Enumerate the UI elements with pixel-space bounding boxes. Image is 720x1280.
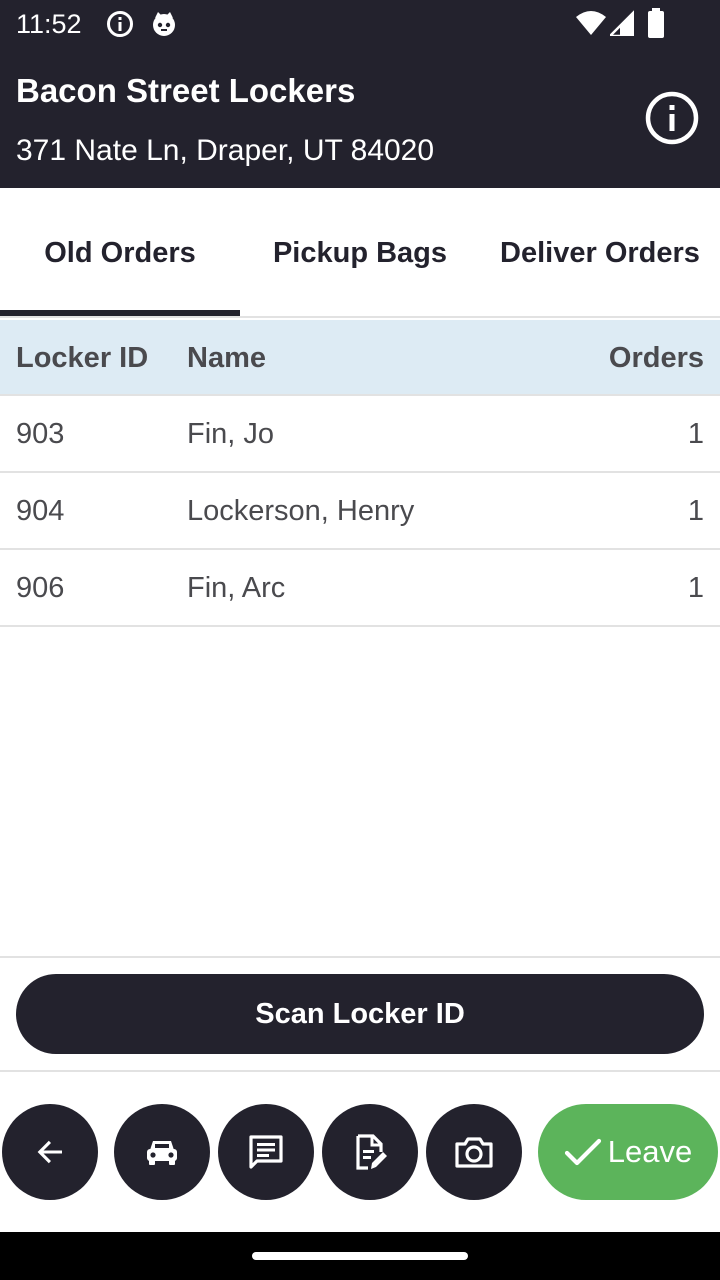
camera-icon	[455, 1137, 493, 1168]
info-icon[interactable]	[644, 90, 700, 146]
column-header-orders: Orders	[608, 342, 704, 374]
table-row[interactable]: 906 Fin, Arc 1	[0, 550, 720, 627]
status-bar: 11:52	[0, 0, 720, 48]
battery-icon	[648, 8, 664, 38]
screen: 11:52 Bacon Street Lockers 371 Nate Ln, …	[0, 0, 720, 1280]
back-arrow-icon	[37, 1140, 62, 1164]
scan-locker-id-button[interactable]: Scan Locker ID	[16, 974, 704, 1054]
back-button[interactable]	[2, 1104, 98, 1200]
cat-status-icon	[153, 12, 175, 36]
edit-note-icon	[356, 1134, 387, 1170]
drive-button[interactable]	[114, 1104, 210, 1200]
action-bar: Leave	[0, 1074, 720, 1232]
info-status-icon	[107, 11, 133, 37]
cell-orders: 1	[687, 418, 704, 450]
table-header: Locker ID Name Orders	[0, 320, 720, 396]
cell-locker-id: 904	[16, 495, 65, 527]
orders-table: Locker ID Name Orders 903 Fin, Jo 1 904 …	[0, 320, 720, 627]
tab-bar: Old Orders Pickup Bags Deliver Orders	[0, 188, 720, 318]
cell-name: Fin, Arc	[187, 572, 286, 604]
leave-label: Leave	[607, 1134, 693, 1169]
check-icon	[564, 1138, 601, 1166]
message-button[interactable]	[218, 1104, 314, 1200]
notes-button[interactable]	[322, 1104, 418, 1200]
table-row[interactable]: 903 Fin, Jo 1	[0, 396, 720, 473]
cell-name: Lockerson, Henry	[187, 495, 415, 527]
cell-orders: 1	[687, 495, 704, 527]
tab-old-orders[interactable]: Old Orders	[0, 188, 240, 318]
tab-pickup-bags[interactable]: Pickup Bags	[240, 188, 480, 318]
message-icon	[249, 1135, 283, 1169]
column-header-name: Name	[187, 342, 266, 374]
camera-button[interactable]	[426, 1104, 522, 1200]
cell-locker-id: 903	[16, 418, 65, 450]
cell-name: Fin, Jo	[187, 418, 275, 450]
scan-area: Scan Locker ID	[0, 956, 720, 1072]
system-nav-bar	[0, 1232, 720, 1280]
cell-orders: 1	[687, 572, 704, 604]
home-handle[interactable]	[252, 1252, 468, 1260]
location-address: 371 Nate Ln, Draper, UT 84020	[16, 134, 435, 167]
leave-button[interactable]: Leave	[538, 1104, 718, 1200]
location-title: Bacon Street Lockers	[16, 72, 356, 109]
car-icon	[147, 1141, 177, 1165]
app-header: Bacon Street Lockers 371 Nate Ln, Draper…	[0, 48, 720, 188]
cell-locker-id: 906	[16, 572, 65, 604]
signal-icon	[610, 10, 634, 36]
wifi-icon	[576, 11, 606, 35]
tab-deliver-orders[interactable]: Deliver Orders	[480, 188, 720, 318]
table-row[interactable]: 904 Lockerson, Henry 1	[0, 473, 720, 550]
status-time: 11:52	[16, 9, 82, 39]
column-header-locker-id: Locker ID	[16, 342, 149, 374]
active-tab-indicator	[0, 310, 240, 316]
